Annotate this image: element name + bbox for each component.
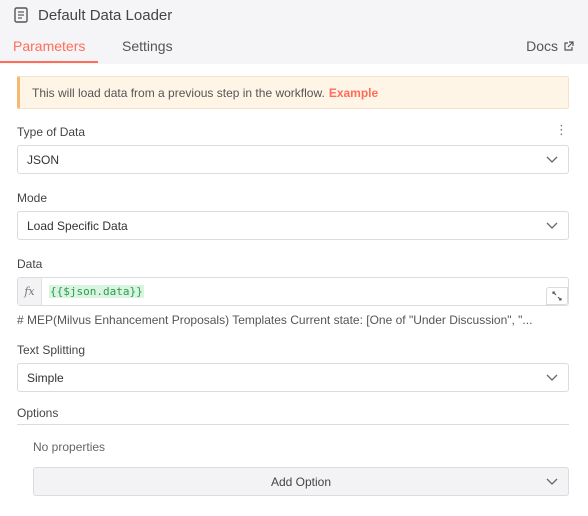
active-tab-indicator — [0, 61, 98, 63]
node-title: Default Data Loader — [38, 6, 173, 24]
expression-value: {{$json.data}} — [49, 285, 144, 298]
docs-label: Docs — [526, 38, 558, 54]
chevron-down-icon — [546, 478, 558, 485]
expression-preview: # MEP(Milvus Enhancement Proposals) Temp… — [17, 313, 533, 327]
example-link[interactable]: Example — [329, 86, 378, 100]
text-splitting-select[interactable]: Simple — [17, 363, 569, 392]
fx-icon: fx — [18, 278, 42, 305]
type-of-data-label: Type of Data — [17, 125, 86, 139]
tab-bar: Parameters Settings Docs — [0, 36, 588, 64]
mode-select[interactable]: Load Specific Data — [17, 211, 569, 240]
tab-parameters[interactable]: Parameters — [13, 38, 85, 54]
mode-value: Load Specific Data — [27, 218, 128, 233]
more-options-icon[interactable]: ⋮ — [555, 123, 568, 136]
add-option-button[interactable]: Add Option — [33, 467, 569, 496]
no-properties-text: No properties — [33, 440, 106, 454]
title-row: Default Data Loader — [14, 4, 172, 26]
expand-editor-button[interactable] — [546, 287, 568, 305]
add-option-label: Add Option — [270, 474, 332, 489]
external-link-icon — [564, 40, 574, 51]
mode-label: Mode — [17, 191, 48, 205]
type-of-data-value: JSON — [27, 152, 60, 167]
type-of-data-select[interactable]: JSON — [17, 145, 569, 174]
options-label: Options — [17, 406, 59, 420]
data-expression-input[interactable]: fx {{$json.data}} — [17, 277, 569, 306]
data-label: Data — [17, 257, 43, 271]
docs-link[interactable]: Docs — [526, 38, 574, 54]
chevron-down-icon — [546, 222, 558, 229]
text-splitting-value: Simple — [27, 370, 64, 385]
chevron-down-icon — [546, 156, 558, 163]
panel-header: Default Data Loader Parameters Settings … — [0, 0, 588, 64]
notice-text: This will load data from a previous step… — [32, 85, 325, 100]
chevron-down-icon — [546, 374, 558, 381]
info-notice: This will load data from a previous step… — [17, 76, 569, 109]
options-divider — [17, 424, 569, 425]
document-icon — [14, 7, 28, 23]
expand-icon — [552, 291, 562, 301]
text-splitting-label: Text Splitting — [17, 343, 86, 357]
tab-settings[interactable]: Settings — [122, 38, 173, 54]
